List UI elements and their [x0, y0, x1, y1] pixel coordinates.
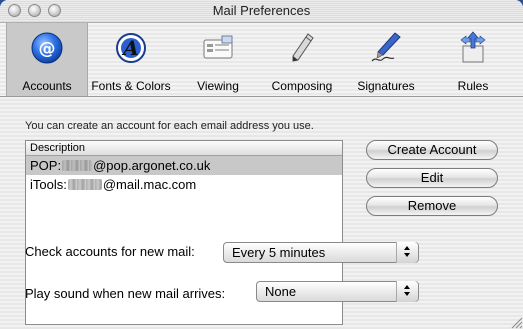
accounts-hint-text: You can create an account for each email…: [25, 120, 314, 132]
tab-fonts-colors[interactable]: A Fonts & Colors: [91, 23, 171, 96]
font-a-icon: A: [116, 33, 146, 63]
title-bar[interactable]: Mail Preferences: [0, 0, 523, 23]
tab-signatures-label: Signatures: [357, 79, 415, 93]
popup-arrows-icon: [396, 242, 418, 263]
viewing-icon: [203, 35, 233, 59]
rules-arrows-icon: [460, 31, 486, 63]
account-row-pop[interactable]: POP: @pop.argonet.co.uk: [26, 156, 342, 175]
tab-composing[interactable]: Composing: [262, 23, 342, 96]
svg-text:A: A: [121, 36, 139, 60]
tab-rules[interactable]: Rules: [433, 23, 513, 96]
sound-label: Play sound when new mail arrives:: [25, 286, 226, 301]
tab-signatures[interactable]: Signatures: [346, 23, 426, 96]
popup-arrows-icon: [396, 281, 418, 302]
resize-grip-icon[interactable]: [509, 315, 523, 329]
tab-viewing-label: Viewing: [197, 79, 239, 93]
account-row-prefix: iTools:: [30, 177, 67, 192]
tab-viewing[interactable]: Viewing: [178, 23, 258, 96]
account-row-prefix: POP:: [30, 158, 62, 173]
pencil-icon: [292, 33, 314, 62]
window-title: Mail Preferences: [212, 3, 311, 18]
preferences-toolbar: @ Accounts A Fonts & Colors Viewing Comp…: [0, 23, 523, 97]
new-mail-sound-select[interactable]: None: [256, 281, 419, 302]
new-mail-sound-value: None: [265, 284, 297, 299]
column-header-description[interactable]: Description: [26, 141, 342, 156]
tab-composing-label: Composing: [271, 79, 333, 93]
edit-account-button[interactable]: Edit: [366, 168, 498, 188]
pen-signature-icon: [371, 32, 401, 62]
tab-fonts-colors-label: Fonts & Colors: [91, 79, 171, 93]
check-mail-label: Check accounts for new mail:: [25, 244, 195, 259]
redacted-username: [62, 160, 93, 171]
tab-rules-label: Rules: [457, 79, 489, 93]
accounts-pane: You can create an account for each email…: [0, 97, 523, 329]
account-row-suffix: @pop.argonet.co.uk: [93, 158, 211, 173]
preferences-window: Mail Preferences @ Accounts A Fonts & Co…: [0, 0, 523, 329]
create-account-button[interactable]: Create Account: [366, 140, 498, 160]
tab-accounts-label: Accounts: [22, 79, 72, 93]
redacted-username: [67, 179, 102, 190]
svg-text:@: @: [39, 39, 56, 59]
at-sign-icon: @: [31, 32, 63, 64]
check-mail-frequency-select[interactable]: Every 5 minutes: [223, 242, 419, 263]
remove-account-button[interactable]: Remove: [366, 196, 498, 216]
check-mail-frequency-value: Every 5 minutes: [232, 245, 326, 260]
account-row-itools[interactable]: iTools: @mail.mac.com: [26, 175, 342, 194]
account-row-suffix: @mail.mac.com: [102, 177, 197, 192]
tab-accounts[interactable]: @ Accounts: [6, 23, 88, 96]
